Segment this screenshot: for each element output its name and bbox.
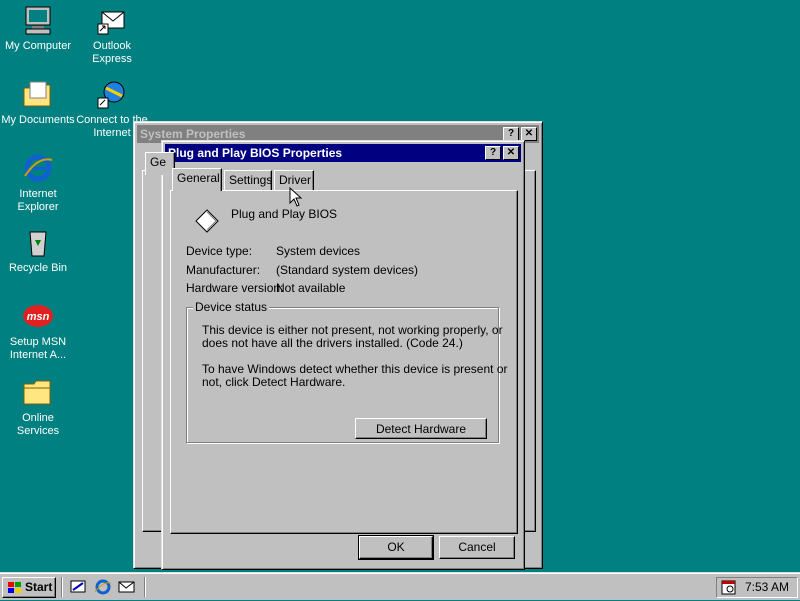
dialog-titlebar[interactable]: Plug and Play BIOS Properties ? ✕ <box>165 144 521 162</box>
desktop-icon-msn-setup[interactable]: msn Setup MSN Internet A... <box>0 300 76 362</box>
desktop-icon-my-documents[interactable]: My Documents <box>0 78 76 127</box>
outlook-express-icon <box>96 4 128 36</box>
recycle-bin-icon <box>22 226 54 258</box>
svg-text:msn: msn <box>27 311 50 323</box>
desktop-icon-label: Outlook Express <box>92 40 132 65</box>
close-button[interactable]: ✕ <box>503 146 519 160</box>
device-diamond-icon <box>195 209 219 233</box>
close-button[interactable]: ✕ <box>521 127 537 141</box>
show-desktop-icon[interactable] <box>70 579 88 595</box>
dialog-title: Plug and Play BIOS Properties <box>168 146 343 160</box>
desktop-icon-label: Recycle Bin <box>8 262 68 274</box>
help-button[interactable]: ? <box>503 127 519 141</box>
tab-settings[interactable]: Settings <box>224 170 272 190</box>
plug-and-play-bios-dialog[interactable]: Plug and Play BIOS Properties ? ✕ Genera… <box>161 140 525 570</box>
desktop-icon-label: Online Services <box>16 412 60 437</box>
start-button[interactable]: Start <box>2 577 56 598</box>
device-type-value: System devices <box>276 244 361 258</box>
desktop-icon-recycle-bin[interactable]: Recycle Bin <box>0 226 76 275</box>
taskbar-separator <box>61 577 63 597</box>
status-text-line2: does not have all the drivers installed.… <box>202 336 463 350</box>
ie-quicklaunch-icon[interactable] <box>94 579 112 595</box>
msn-icon: msn <box>22 300 54 332</box>
device-name: Plug and Play BIOS <box>231 207 338 221</box>
my-documents-icon <box>22 78 54 110</box>
manufacturer-value: (Standard system devices) <box>276 263 419 277</box>
internet-explorer-icon <box>22 152 54 184</box>
window-title: System Properties <box>140 127 246 141</box>
status-text-line4: not, click Detect Hardware. <box>202 375 346 389</box>
detect-hardware-button[interactable]: Detect Hardware <box>355 418 487 439</box>
ok-button[interactable]: OK <box>358 535 434 560</box>
my-computer-icon <box>22 4 54 36</box>
status-text-line1: This device is either not present, not w… <box>202 323 503 337</box>
desktop-icon-label: Internet Explorer <box>17 188 59 213</box>
desktop-icon-label: Setup MSN Internet A... <box>9 336 67 361</box>
manufacturer-label: Manufacturer: <box>186 263 261 277</box>
outlook-quicklaunch-icon[interactable] <box>118 579 136 595</box>
mouse-cursor <box>289 186 303 207</box>
folder-icon <box>22 376 54 408</box>
device-status-title: Device status <box>193 300 270 314</box>
device-status-group: Device status This device is either not … <box>186 300 507 443</box>
cancel-button[interactable]: Cancel <box>439 536 515 559</box>
clock[interactable]: 7:53 AM <box>745 580 789 594</box>
general-tab-panel: Plug and Play BIOS Device type: System d… <box>170 190 518 534</box>
desktop-icon-my-computer[interactable]: My Computer <box>0 4 76 53</box>
device-type-label: Device type: <box>186 244 253 258</box>
hardware-version-label: Hardware version: <box>186 281 284 295</box>
status-text-line3: To have Windows detect whether this devi… <box>202 362 508 376</box>
help-button[interactable]: ? <box>485 146 501 160</box>
tab-general[interactable]: General <box>172 168 222 191</box>
desktop-icon-internet-explorer[interactable]: Internet Explorer <box>0 152 76 214</box>
taskbar-separator <box>144 577 146 597</box>
tab-general[interactable]: Ge <box>145 152 175 175</box>
desktop-icon-outlook-express[interactable]: Outlook Express <box>74 4 150 66</box>
desktop-icon-online-services[interactable]: Online Services <box>0 376 76 438</box>
desktop-icon-label: My Computer <box>4 40 72 52</box>
desktop-icon-label: My Documents <box>1 114 75 126</box>
scheduler-icon[interactable] <box>721 580 737 595</box>
windows-logo-icon <box>7 581 23 595</box>
connect-internet-icon <box>96 78 128 110</box>
taskbar: Start 7:53 AM <box>0 572 800 600</box>
system-tray: 7:53 AM <box>716 577 798 598</box>
start-label: Start <box>25 580 53 594</box>
hardware-version-value: Not available <box>276 281 346 295</box>
